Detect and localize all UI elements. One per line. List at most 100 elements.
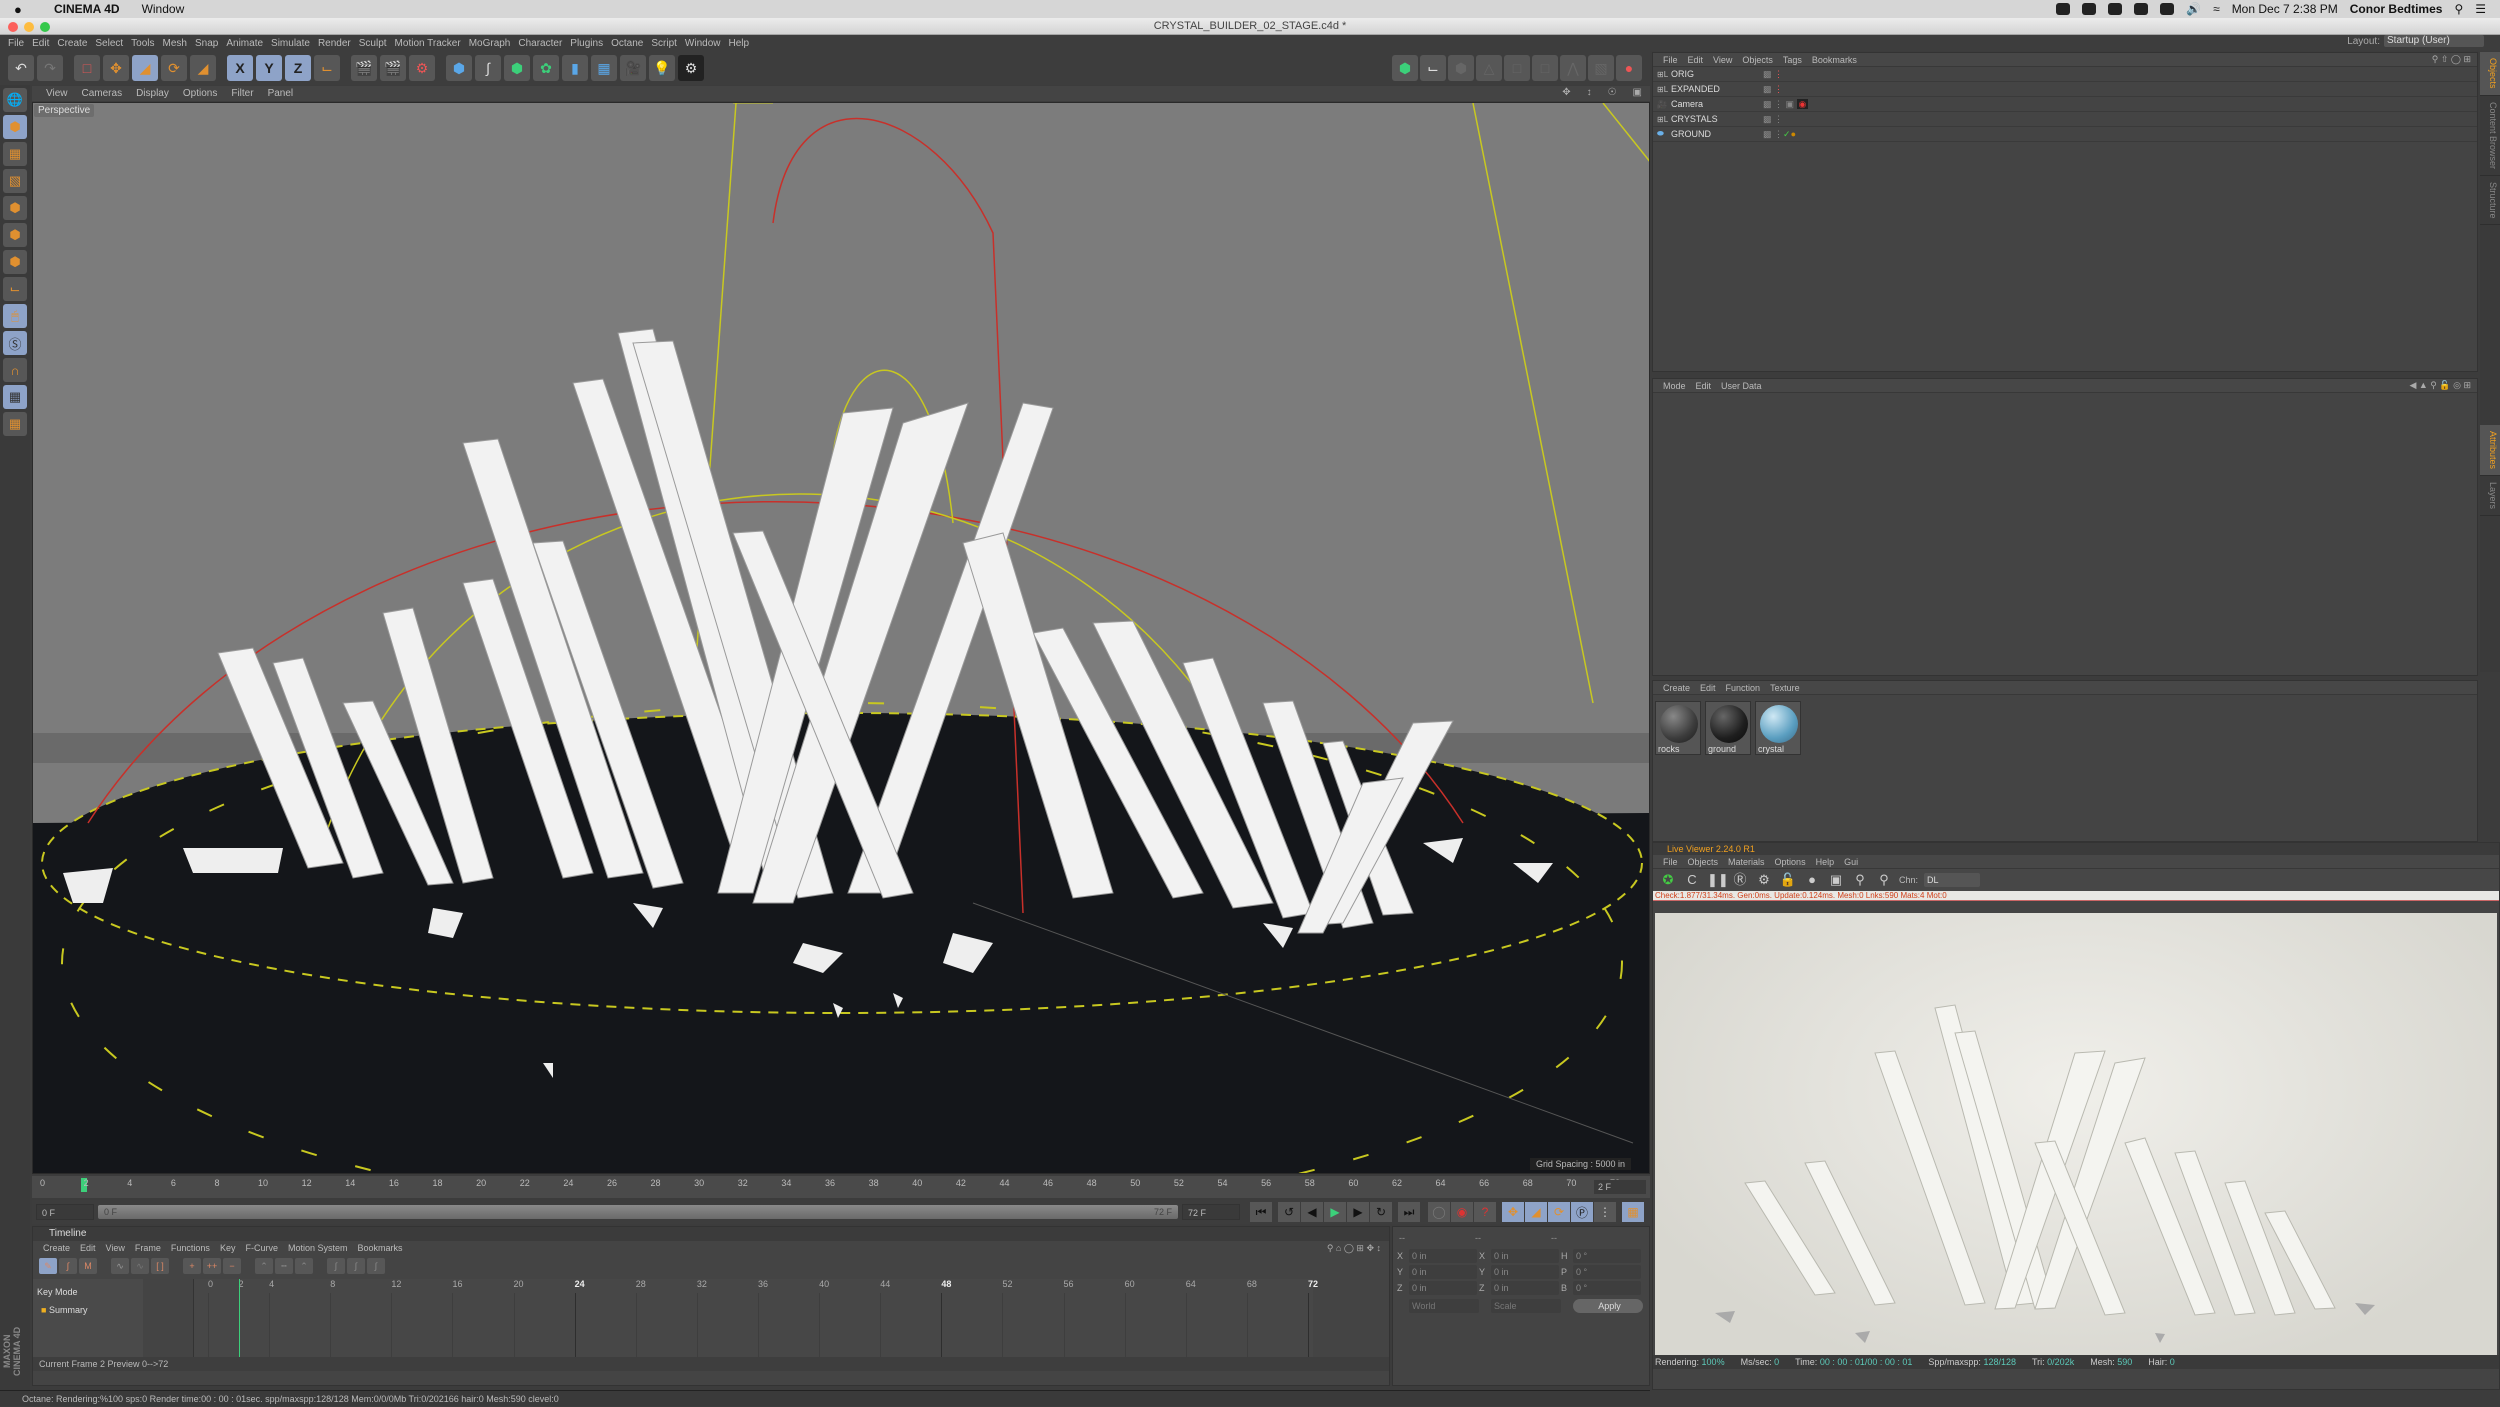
timeline-nav-icons[interactable]: ⚲ ⌂ ◯ ⊞ ✥ ↕ (1327, 1243, 1381, 1254)
snap-icon[interactable]: ∩ (3, 358, 27, 382)
frame-ruler[interactable]: 0 2 4 6 8 10 12 14 16 18 20 22 24 26 28 30 32 34 36 38 40 42 4… (32, 1176, 1650, 1198)
clay-mode-icon[interactable]: ▣ (1827, 871, 1845, 889)
object-row-ground[interactable]: ⬬ GROUND ▩ ⋮✓● (1653, 127, 2477, 142)
nvidia-icon[interactable] (2160, 3, 2175, 15)
timeline-menu-bookmarks[interactable]: Bookmarks (358, 1243, 403, 1253)
key-parameter-icon[interactable]: Ⓟ (1571, 1202, 1593, 1222)
drive-icon[interactable] (2082, 3, 2097, 15)
evernote-icon[interactable] (2134, 3, 2149, 15)
viewport-menu-panel[interactable]: Panel (268, 88, 294, 99)
delete-key-icon[interactable]: − (223, 1258, 241, 1274)
tab-content-browser[interactable]: Content Browser (2480, 96, 2500, 176)
tab-structure[interactable]: Structure (2480, 176, 2500, 226)
edit-render-settings-icon[interactable]: ⚙ (409, 55, 435, 81)
step-interpolation-icon[interactable]: ┅ (275, 1258, 293, 1274)
position-x-field[interactable]: 0 in (1409, 1249, 1477, 1263)
menu-sculpt[interactable]: Sculpt (359, 38, 387, 49)
uv-polygons-icon[interactable]: ⋀ (1560, 55, 1586, 81)
pan-icon[interactable]: ✥ (1562, 87, 1572, 98)
menu-help[interactable]: Help (728, 38, 749, 49)
channel-dropdown[interactable]: DL (1924, 873, 1981, 887)
subdivision-surface-icon[interactable]: ⬢ (504, 55, 530, 81)
texture-mode-icon[interactable]: ▧ (1588, 55, 1614, 81)
record-keys-icon[interactable]: ◯ (1428, 1202, 1450, 1222)
next-key-icon[interactable]: ↻ (1370, 1202, 1392, 1222)
timeline-menu-key[interactable]: Key (220, 1243, 236, 1253)
visibility-dots[interactable]: ▩ ⋮✓● (1763, 129, 1796, 140)
frame-selected-icon[interactable]: ∿ (131, 1258, 149, 1274)
previous-key-icon[interactable]: ↺ (1278, 1202, 1300, 1222)
material-preview-icon[interactable]: ● (1803, 871, 1821, 889)
redo-icon[interactable]: ↷ (37, 55, 63, 81)
scale-icon[interactable]: ◢ (132, 55, 158, 81)
menu-mesh[interactable]: Mesh (163, 38, 187, 49)
cube-primitive-icon[interactable]: ⬢ (446, 55, 472, 81)
zoom-window-button[interactable] (40, 22, 50, 32)
next-frame-icon[interactable]: ▶ (1347, 1202, 1369, 1222)
model-mode-icon[interactable]: ⬢ (3, 115, 27, 139)
fcurve-mode-icon[interactable]: ∫ (59, 1258, 77, 1274)
play-icon[interactable]: ▶ (1324, 1202, 1346, 1222)
material-ground[interactable]: ground (1705, 701, 1751, 755)
lv-menu-help[interactable]: Help (1816, 857, 1835, 867)
region-render-icon[interactable]: Ⓡ (1731, 871, 1749, 889)
object-axis-icon[interactable]: ⌙ (1420, 55, 1446, 81)
y-axis-lock-icon[interactable]: Y (256, 55, 282, 81)
tweak-mode-icon[interactable]: 🖱 (3, 304, 27, 328)
material-tag-icon[interactable]: ● (1791, 129, 1796, 139)
solo-mode-icon[interactable]: Ⓢ (3, 331, 27, 355)
size-y-field[interactable]: 0 in (1491, 1265, 1559, 1279)
menu-file[interactable]: File (8, 38, 24, 49)
frame-all-icon[interactable]: ∿ (111, 1258, 129, 1274)
viewport-menu-view[interactable]: View (46, 88, 68, 99)
restart-render-icon[interactable]: C (1683, 871, 1701, 889)
attributes-nav-icons[interactable]: ◀ ▲ ⚲ 🔓 ◎ ⊞ (2409, 380, 2471, 391)
keyframe-selection-icon[interactable]: ? (1474, 1202, 1496, 1222)
spotlight-icon[interactable]: ⚲ (2454, 2, 2463, 16)
tab-objects[interactable]: Objects (2480, 52, 2500, 96)
menu-script[interactable]: Script (651, 38, 677, 49)
ease-in-icon[interactable]: ∫ (327, 1258, 345, 1274)
make-editable-icon[interactable]: 🌐 (3, 88, 27, 112)
lv-menu-file[interactable]: File (1663, 857, 1678, 867)
user-name[interactable]: Conor Bedtimes (2350, 2, 2443, 16)
send-scene-icon[interactable]: ✪ (1659, 871, 1677, 889)
attributes-menu-edit[interactable]: Edit (1696, 381, 1712, 391)
object-row-orig[interactable]: ⊞L ORIG ▩ ⋮ (1653, 67, 2477, 82)
octane-camera-tag-icon[interactable]: ◉ (1796, 98, 1809, 109)
go-to-end-icon[interactable]: ⏭ (1398, 1202, 1420, 1222)
lock-icon[interactable]: 🔓 (1779, 871, 1797, 889)
tab-layers[interactable]: Layers (2480, 476, 2500, 517)
lv-menu-objects[interactable]: Objects (1688, 857, 1719, 867)
key-rotation-icon[interactable]: ⟳ (1548, 1202, 1570, 1222)
last-tool-icon[interactable]: ◢ (190, 55, 216, 81)
add-key-icon[interactable]: + (183, 1258, 201, 1274)
size-z-field[interactable]: 0 in (1491, 1281, 1559, 1295)
points-mode-icon[interactable]: ⬢ (3, 196, 27, 220)
objects-menu-view[interactable]: View (1713, 55, 1732, 65)
ease-ease-icon[interactable]: ∫ (367, 1258, 385, 1274)
orbit-icon[interactable]: ☉ (1608, 87, 1619, 98)
objects-menu-edit[interactable]: Edit (1688, 55, 1704, 65)
clock[interactable]: Mon Dec 7 2:38 PM (2232, 2, 2338, 16)
perspective-viewport[interactable]: Grid Spacing : 5000 in (32, 102, 1650, 1174)
viewport-menu-cameras[interactable]: Cameras (82, 88, 123, 99)
undo-icon[interactable]: ↶ (8, 55, 34, 81)
viewport-menu-filter[interactable]: Filter (231, 88, 253, 99)
visibility-dots[interactable]: ▩ ⋮ (1763, 114, 1783, 125)
rotate-icon[interactable]: ⟳ (161, 55, 187, 81)
interpolation-icons[interactable]: ⌃ (255, 1258, 273, 1274)
key-scale-icon[interactable]: ◢ (1525, 1202, 1547, 1222)
rotation-p-field[interactable]: 0 ° (1573, 1265, 1641, 1279)
objects-menu-file[interactable]: File (1663, 55, 1678, 65)
material-crystal[interactable]: crystal (1755, 701, 1801, 755)
wifi-icon[interactable]: ≈ (2213, 2, 2220, 16)
autokeying-icon[interactable]: ◉ (1451, 1202, 1473, 1222)
material-rocks[interactable]: rocks (1655, 701, 1701, 755)
menu-edit[interactable]: Edit (32, 38, 49, 49)
menu-character[interactable]: Character (518, 38, 562, 49)
menu-select[interactable]: Select (95, 38, 123, 49)
lv-menu-options[interactable]: Options (1775, 857, 1806, 867)
timeline-playhead[interactable] (238, 1279, 240, 1357)
menu-tools[interactable]: Tools (131, 38, 154, 49)
